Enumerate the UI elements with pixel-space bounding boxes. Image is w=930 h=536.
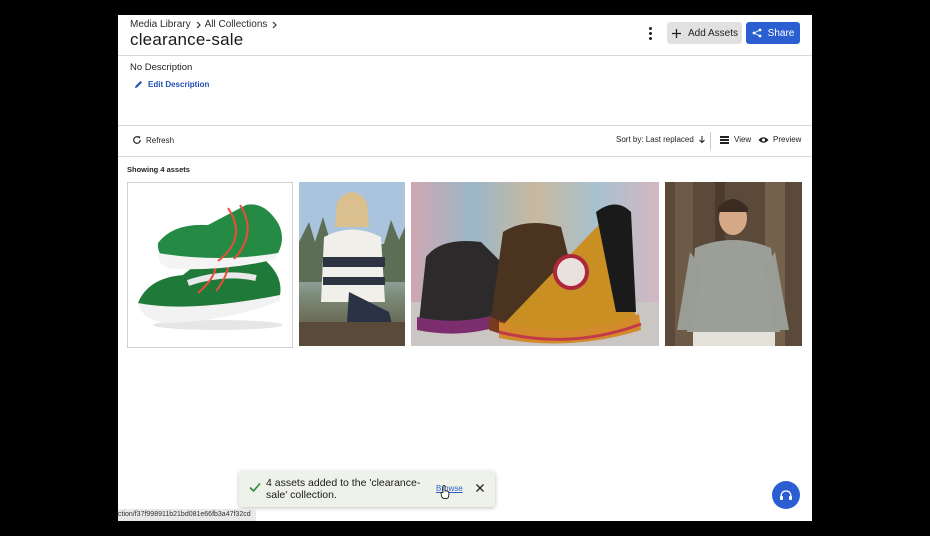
chevron-right-icon (191, 20, 205, 30)
checkmark-icon (248, 480, 266, 498)
more-vertical-icon-dot (648, 36, 652, 40)
sneaker-image (128, 183, 292, 347)
list-view-icon (720, 135, 729, 144)
more-vertical-icon-dot (648, 31, 652, 35)
edit-description-button[interactable]: Edit Description (134, 80, 209, 89)
assets-toolbar: Refresh Sort by: Last replaced View Prev… (118, 125, 812, 157)
asset-card-sweater-woman[interactable] (299, 182, 405, 346)
preview-label: Preview (773, 135, 802, 144)
pencil-icon (134, 80, 143, 89)
hand-cursor-icon (440, 485, 450, 499)
man-sweater-image (665, 182, 802, 346)
plus-icon (671, 28, 682, 39)
view-label: View (734, 135, 752, 144)
share-label: Share (767, 27, 795, 39)
refresh-label: Refresh (146, 135, 175, 145)
chevron-right-icon (267, 20, 281, 30)
page-title: clearance-sale (130, 30, 244, 49)
refresh-icon (132, 135, 142, 145)
more-vertical-icon (648, 26, 652, 30)
add-assets-label: Add Assets (687, 27, 739, 39)
more-options-button[interactable] (642, 24, 658, 42)
asset-card-sweater-man[interactable] (665, 182, 802, 346)
collection-description: No Description (130, 62, 193, 73)
notification-toast: 4 assets added to the 'clearance-sale' c… (239, 471, 495, 507)
asset-card-boots[interactable] (411, 182, 659, 346)
app-window: Media Library All Collections clearance-… (118, 15, 812, 521)
woman-sweater-image (299, 182, 405, 346)
arrow-down-icon (698, 135, 706, 144)
collection-header: Media Library All Collections clearance-… (118, 15, 812, 56)
toolbar-divider (710, 132, 711, 150)
status-bar-url: ction/f37f998911b21bd081e66fb3a47f32cd (118, 509, 256, 521)
breadcrumb-all-collections[interactable]: All Collections (205, 19, 268, 30)
eye-icon (758, 136, 769, 144)
toast-message: 4 assets added to the 'clearance-sale' c… (266, 477, 421, 501)
refresh-button[interactable]: Refresh (132, 135, 174, 145)
close-icon[interactable] (473, 481, 487, 495)
breadcrumb-media-library[interactable]: Media Library (130, 19, 191, 30)
chat-icon (779, 489, 793, 501)
share-button[interactable]: Share (746, 22, 800, 44)
share-icon (752, 28, 762, 38)
chat-button[interactable] (772, 481, 800, 509)
sort-label: Sort by: Last replaced (616, 135, 694, 144)
edit-description-label: Edit Description (148, 80, 210, 89)
sort-dropdown[interactable]: Sort by: Last replaced (616, 135, 706, 144)
asset-card-sneaker[interactable] (127, 182, 293, 348)
boots-image (411, 204, 659, 346)
view-button[interactable]: View (720, 135, 751, 144)
asset-count: Showing 4 assets (127, 165, 190, 174)
preview-button[interactable]: Preview (758, 135, 801, 144)
add-assets-button[interactable]: Add Assets (667, 22, 742, 44)
breadcrumb: Media Library All Collections (130, 19, 281, 30)
